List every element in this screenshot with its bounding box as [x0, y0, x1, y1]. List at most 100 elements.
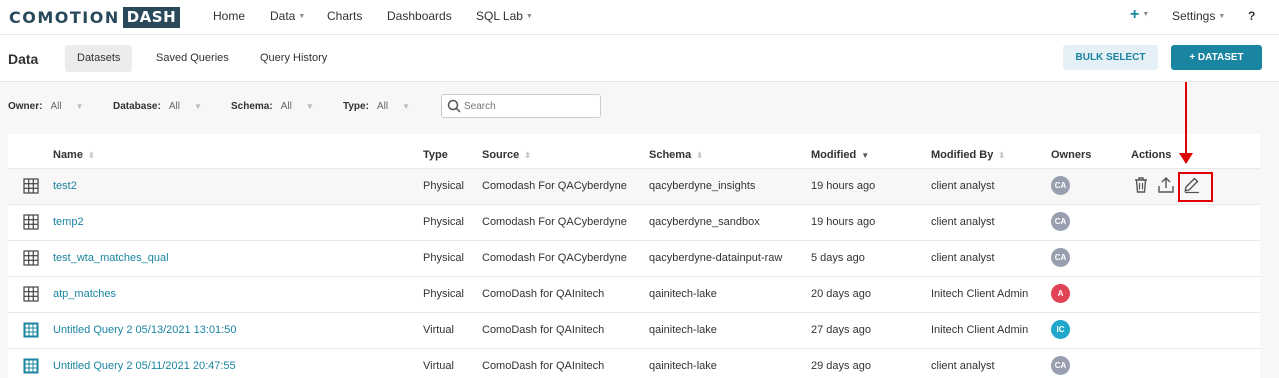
col-header-source[interactable]: Source ⬍ — [482, 149, 531, 161]
col-header-label: Modified — [811, 149, 857, 161]
table-row[interactable]: test_wta_matches_qual Physical Comodash … — [8, 240, 1260, 276]
chevron-down-icon: ▼ — [402, 102, 410, 111]
bulk-select-button[interactable]: BULK SELECT — [1063, 45, 1158, 70]
search-icon — [447, 99, 461, 113]
page-header: Data Datasets Saved Queries Query Histor… — [0, 35, 1279, 82]
dataset-modified-by: Initech Client Admin — [931, 324, 1029, 336]
nav-dashboards[interactable]: Dashboards — [387, 9, 452, 23]
sort-icon: ⬍ — [696, 151, 703, 160]
settings-menu[interactable]: Settings ▼ — [1172, 9, 1225, 23]
dataset-type: Virtual — [423, 360, 454, 372]
filter-value: All — [168, 101, 180, 112]
chevron-down-icon: ▼ — [193, 102, 202, 111]
filter-type[interactable]: Type: All ▼ — [343, 101, 410, 112]
owner-avatar[interactable]: CA — [1051, 176, 1070, 195]
filter-schema[interactable]: Schema: All ▼ — [231, 101, 314, 112]
dataset-source: Comodash For QACyberdyne — [482, 252, 627, 264]
col-header-label: Modified By — [931, 149, 994, 161]
table-row[interactable]: temp2 Physical Comodash For QACyberdyne … — [8, 204, 1260, 240]
dataset-type: Virtual — [423, 324, 454, 336]
dataset-source: Comodash For QACyberdyne — [482, 216, 627, 228]
nav-home[interactable]: Home — [213, 9, 245, 23]
dataset-type: Physical — [423, 252, 464, 264]
logo-badge: DASH — [122, 6, 181, 28]
col-header-label: Schema — [649, 149, 692, 161]
table-row[interactable]: Untitled Query 2 05/13/2021 13:01:50 Vir… — [8, 312, 1260, 348]
virtual-table-icon — [23, 358, 39, 374]
col-header-owners: Owners — [1051, 149, 1092, 161]
dataset-modified: 19 hours ago — [811, 180, 876, 192]
new-menu[interactable]: + ▼ — [1130, 6, 1149, 24]
tab-saved-queries[interactable]: Saved Queries — [144, 45, 241, 72]
table-row[interactable]: atp_matches Physical ComoDash for QAInit… — [8, 276, 1260, 312]
dataset-modified-by: client analyst — [931, 216, 995, 228]
dataset-modified: 29 days ago — [811, 360, 871, 372]
table-icon — [23, 286, 39, 302]
dataset-modified-by: Initech Client Admin — [931, 288, 1029, 300]
chevron-down-icon: ▼ — [75, 102, 84, 111]
page-title: Data — [8, 51, 39, 67]
tab-datasets[interactable]: Datasets — [65, 45, 133, 72]
dataset-name-link[interactable]: test_wta_matches_qual — [53, 252, 169, 264]
annotation-highlight-box — [1178, 172, 1213, 202]
dataset-name-link[interactable]: temp2 — [53, 216, 84, 228]
col-header-name[interactable]: Name ⬍ — [53, 149, 95, 161]
dataset-source: ComoDash for QAInitech — [482, 324, 605, 336]
dataset-schema: qacyberdyne-datainput-raw — [649, 252, 783, 264]
nav-sql-lab[interactable]: SQL Lab ▼ — [476, 9, 533, 23]
owner-avatar[interactable]: IC — [1051, 320, 1070, 339]
dataset-schema: qacyberdyne_sandbox — [649, 216, 760, 228]
nav-charts[interactable]: Charts — [327, 9, 362, 23]
dataset-schema: qainitech-lake — [649, 360, 717, 372]
sort-desc-icon: ▼ — [861, 151, 870, 160]
help-icon[interactable]: ? — [1248, 9, 1255, 23]
owner-avatar[interactable]: CA — [1051, 356, 1070, 375]
sort-icon: ⬍ — [87, 151, 95, 160]
search-input[interactable] — [464, 98, 594, 114]
filter-label: Database: — [113, 101, 161, 112]
nav-data[interactable]: Data ▼ — [270, 9, 305, 23]
owner-avatar[interactable]: CA — [1051, 212, 1070, 231]
dataset-type: Physical — [423, 180, 464, 192]
dataset-schema: qainitech-lake — [649, 324, 717, 336]
filter-owner[interactable]: Owner: All ▼ — [8, 101, 84, 112]
col-header-modified-by[interactable]: Modified By ⬍ — [931, 149, 1005, 161]
col-header-type: Type — [423, 149, 448, 161]
sort-icon: ⬍ — [998, 151, 1006, 160]
settings-label: Settings — [1172, 9, 1216, 23]
table-row[interactable]: Untitled Query 2 05/11/2021 20:47:55 Vir… — [8, 348, 1260, 378]
table-icon — [23, 214, 39, 230]
col-header-modified[interactable]: Modified ▼ — [811, 149, 869, 161]
filter-database[interactable]: Database: All ▼ — [113, 101, 202, 112]
col-header-schema[interactable]: Schema ⬍ — [649, 149, 703, 161]
owner-avatar[interactable]: CA — [1051, 248, 1070, 267]
sort-icon: ⬍ — [524, 151, 531, 160]
trash-icon[interactable] — [1133, 176, 1149, 194]
export-icon[interactable] — [1157, 176, 1175, 194]
dataset-name-link[interactable]: test2 — [53, 180, 77, 192]
owner-avatar[interactable]: A — [1051, 284, 1070, 303]
dataset-name-link[interactable]: Untitled Query 2 05/11/2021 20:47:55 — [53, 360, 236, 372]
dataset-source: ComoDash for QAInitech — [482, 360, 605, 372]
dataset-modified-by: client analyst — [931, 252, 995, 264]
chevron-down-icon: ▼ — [305, 102, 314, 111]
dataset-schema: qainitech-lake — [649, 288, 717, 300]
table-icon — [23, 250, 39, 266]
nav-sql-lab-label: SQL Lab — [476, 9, 523, 23]
filter-label: Owner: — [8, 101, 43, 112]
tab-query-history[interactable]: Query History — [248, 45, 339, 72]
caret-down-icon: ▼ — [1142, 11, 1150, 18]
dataset-source: Comodash For QACyberdyne — [482, 180, 627, 192]
add-dataset-button[interactable]: + DATASET — [1171, 45, 1262, 70]
table-icon — [23, 178, 39, 194]
dataset-modified-by: client analyst — [931, 360, 995, 372]
dataset-name-link[interactable]: atp_matches — [53, 288, 116, 300]
plus-icon: + — [1130, 6, 1140, 23]
dataset-name-link[interactable]: Untitled Query 2 05/13/2021 13:01:50 — [53, 324, 236, 336]
brand-logo[interactable]: COMOTION DASH — [9, 6, 181, 28]
col-header-label: Source — [482, 149, 520, 161]
dataset-modified-by: client analyst — [931, 180, 995, 192]
dataset-type: Physical — [423, 288, 464, 300]
dataset-type: Physical — [423, 216, 464, 228]
table-row[interactable]: test2 Physical Comodash For QACyberdyne … — [8, 168, 1260, 204]
